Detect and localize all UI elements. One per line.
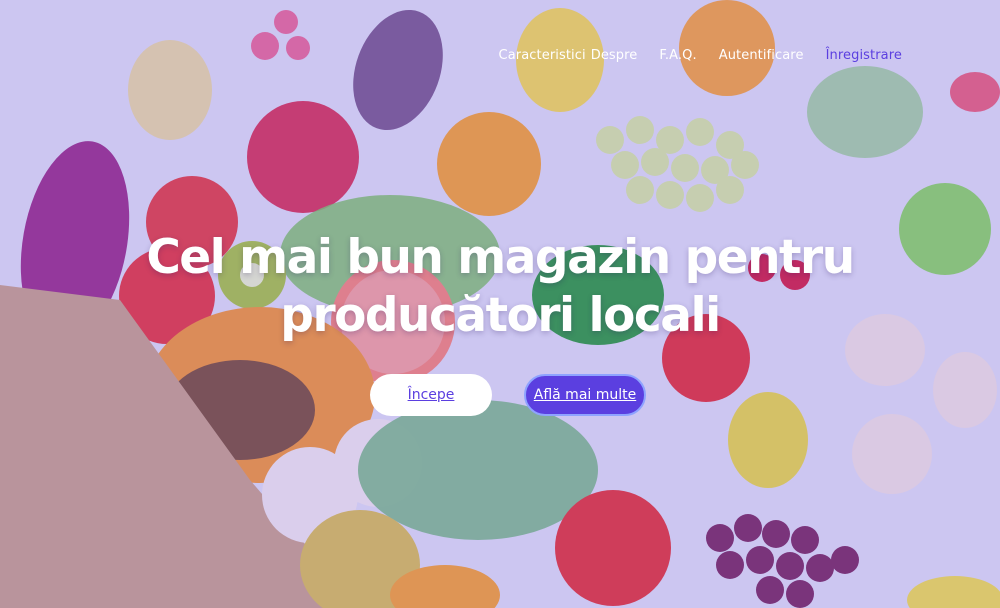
nav-link-faq[interactable]: F.A.Q. xyxy=(659,48,696,63)
top-navigation: Caracteristici Despre F.A.Q. Autentifica… xyxy=(499,48,902,63)
hero-section: Caracteristici Despre F.A.Q. Autentifica… xyxy=(0,0,1000,608)
hero-headline-line-1: Cel mai bun magazin pentru xyxy=(146,230,855,286)
learn-more-button[interactable]: Află mai multe xyxy=(524,374,646,416)
nav-link-signup[interactable]: Înregistrare xyxy=(826,48,902,63)
start-button[interactable]: Începe xyxy=(370,374,492,416)
nav-link-features[interactable]: Caracteristici xyxy=(499,48,586,63)
nav-link-about[interactable]: Despre xyxy=(591,48,638,63)
hero-headline: Cel mai bun magazin pentru producători l… xyxy=(0,229,1000,345)
hero-headline-line-2: producători locali xyxy=(280,288,721,344)
nav-link-login[interactable]: Autentificare xyxy=(719,48,804,63)
